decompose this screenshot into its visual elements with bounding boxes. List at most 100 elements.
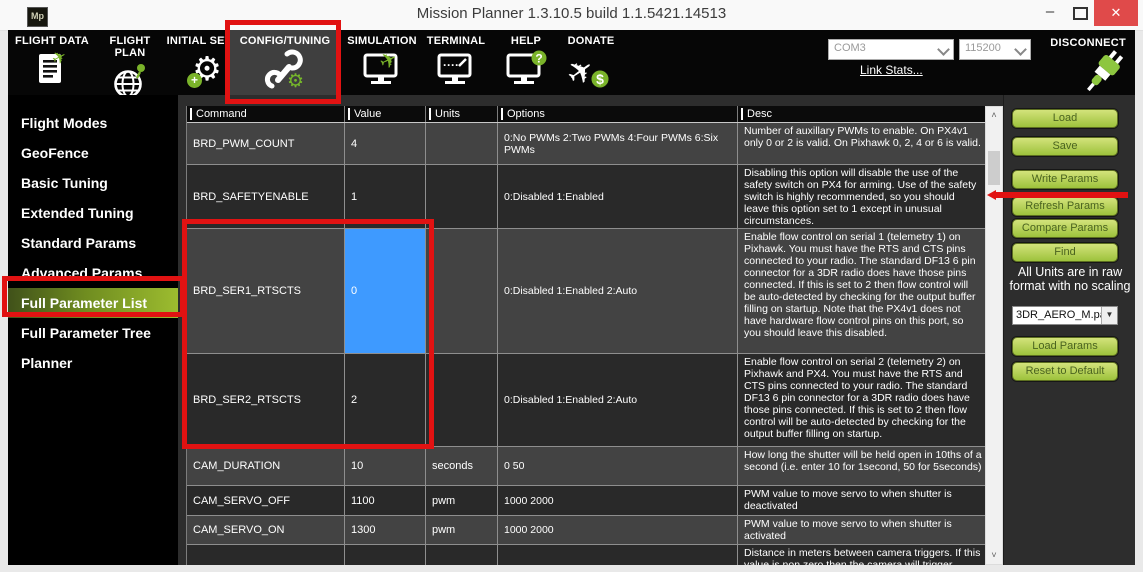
com-port-select[interactable]: COM3 bbox=[828, 39, 954, 60]
params-action-panel: Load Save Write Params Refresh Params Co… bbox=[1003, 95, 1135, 565]
sidebar-item-planner[interactable]: Planner bbox=[8, 348, 178, 378]
flight-data-icon: ✈ bbox=[10, 48, 94, 90]
menu-terminal[interactable]: TERMINAL ···· bbox=[418, 30, 494, 95]
write-params-button[interactable]: Write Params bbox=[1012, 170, 1118, 189]
svg-text:····: ···· bbox=[443, 58, 459, 72]
desc-cell: Distance in meters between camera trigge… bbox=[738, 545, 986, 565]
command-cell: CAM_SERVO_OFF bbox=[187, 486, 345, 515]
options-cell: 0:Disabled 1:Enabled 2:Auto bbox=[498, 354, 738, 446]
column-header-command[interactable]: Command bbox=[187, 106, 345, 122]
column-header-options[interactable]: Options bbox=[498, 106, 738, 122]
command-cell: CAM_DURATION bbox=[187, 447, 345, 485]
column-header-desc[interactable]: Desc bbox=[738, 106, 986, 122]
scroll-up-icon[interactable]: ˄ bbox=[986, 108, 1002, 123]
reset-to-default-button[interactable]: Reset to Default bbox=[1012, 362, 1118, 381]
options-cell: 0:No PWMs 2:Two PWMs 4:Four PWMs 6:Six P… bbox=[498, 123, 738, 164]
sidebar-item-geofence[interactable]: GeoFence bbox=[8, 138, 178, 168]
units-cell: seconds bbox=[426, 447, 498, 485]
menu-help[interactable]: HELP ? bbox=[496, 30, 556, 95]
baud-rate-select[interactable]: 115200 bbox=[959, 39, 1031, 60]
table-row: BRD_SAFETYENABLE 1 0:Disabled 1:Enabled … bbox=[187, 165, 986, 229]
refresh-params-button[interactable]: Refresh Params bbox=[1012, 197, 1118, 216]
value-cell[interactable]: 10 bbox=[345, 447, 426, 485]
parameter-table: Command Value Units Options Desc BRD_PWM… bbox=[186, 106, 986, 565]
sidebar-item-advanced-params[interactable]: Advanced Params bbox=[8, 258, 178, 288]
param-file-dropdown[interactable]: 3DR_AERO_M.pa ▼ bbox=[1012, 306, 1118, 325]
desc-cell: PWM value to move servo to when shutter … bbox=[738, 516, 986, 544]
menu-flight-plan[interactable]: FLIGHT PLAN bbox=[94, 30, 166, 95]
load-button[interactable]: Load bbox=[1012, 109, 1118, 128]
value-cell[interactable]: 1 bbox=[345, 165, 426, 228]
options-cell: 1000 2000 bbox=[498, 516, 738, 544]
value-cell[interactable]: 4 bbox=[345, 123, 426, 164]
options-cell: 0:Disabled 1:Enabled bbox=[498, 165, 738, 228]
command-cell: BRD_SER1_RTSCTS bbox=[187, 229, 345, 353]
table-row: BRD_SER2_RTSCTS 2 0:Disabled 1:Enabled 2… bbox=[187, 354, 986, 447]
compare-params-button[interactable]: Compare Params bbox=[1012, 219, 1118, 238]
config-sidebar: Flight Modes GeoFence Basic Tuning Exten… bbox=[8, 95, 178, 565]
disconnect-plug-icon[interactable] bbox=[1077, 47, 1129, 100]
value-cell[interactable]: 1100 bbox=[345, 486, 426, 515]
menu-config-tuning[interactable]: CONFIG/TUNING ⚙ bbox=[230, 30, 340, 95]
table-row: CAM_DURATION 10 seconds 0 50 How long th… bbox=[187, 447, 986, 486]
units-cell: pwm bbox=[426, 486, 498, 515]
sidebar-item-basic-tuning[interactable]: Basic Tuning bbox=[8, 168, 178, 198]
save-button[interactable]: Save bbox=[1012, 137, 1118, 156]
command-cell: CAM_SERVO_ON bbox=[187, 516, 345, 544]
desc-cell: PWM value to move servo to when shutter … bbox=[738, 486, 986, 515]
chevron-down-icon bbox=[1014, 43, 1027, 56]
donate-icon: ✈ $ bbox=[556, 48, 626, 90]
table-row: BRD_PWM_COUNT 4 0:No PWMs 2:Two PWMs 4:F… bbox=[187, 123, 986, 165]
maximize-button[interactable] bbox=[1066, 1, 1094, 25]
param-file-value: 3DR_AERO_M.pa bbox=[1016, 309, 1106, 321]
desc-cell: Enable flow control on serial 2 (telemet… bbox=[738, 354, 986, 446]
desc-cell: Number of auxillary PWMs to enable. On P… bbox=[738, 123, 986, 164]
desc-cell: Disabling this option will disable the u… bbox=[738, 165, 986, 228]
value-cell-selected[interactable]: 0 bbox=[345, 229, 426, 353]
table-scrollbar[interactable]: ˄ ˅ bbox=[985, 106, 1003, 565]
sidebar-item-extended-tuning[interactable]: Extended Tuning bbox=[8, 198, 178, 228]
options-cell: 0:Disabled 1:Enabled 2:Auto bbox=[498, 229, 738, 353]
command-cell: BRD_SAFETYENABLE bbox=[187, 165, 345, 228]
link-stats-link[interactable]: Link Stats... bbox=[860, 63, 923, 77]
window-title: Mission Planner 1.3.10.5 build 1.1.5421.… bbox=[0, 5, 1143, 22]
table-row: CAM_SERVO_OFF 1100 pwm 1000 2000 PWM val… bbox=[187, 486, 986, 516]
svg-text:?: ? bbox=[535, 52, 542, 66]
find-button[interactable]: Find bbox=[1012, 243, 1118, 262]
dropdown-arrow-icon: ▼ bbox=[1101, 307, 1117, 324]
menu-donate[interactable]: DONATE ✈ $ bbox=[556, 30, 626, 95]
raw-units-note: All Units are in raw format with no scal… bbox=[1007, 265, 1133, 293]
options-cell: 1000 2000 bbox=[498, 486, 738, 515]
svg-text:$: $ bbox=[596, 71, 604, 87]
scrollbar-thumb[interactable] bbox=[988, 151, 1000, 185]
menu-simulation[interactable]: SIMULATION ✈ bbox=[346, 30, 418, 95]
command-cell bbox=[187, 545, 345, 565]
sidebar-item-full-parameter-tree[interactable]: Full Parameter Tree bbox=[8, 318, 178, 348]
terminal-icon: ···· bbox=[418, 48, 494, 90]
main-menu-bar: FLIGHT DATA ✈ FLIGHT PLAN bbox=[8, 30, 1135, 95]
column-header-units[interactable]: Units bbox=[426, 106, 498, 122]
options-cell bbox=[498, 545, 738, 565]
title-bar: Mp Mission Planner 1.3.10.5 build 1.1.54… bbox=[0, 0, 1143, 31]
minimize-button[interactable]: – bbox=[1036, 1, 1064, 25]
options-cell: 0 50 bbox=[498, 447, 738, 485]
svg-text:⚙: ⚙ bbox=[287, 71, 304, 89]
command-cell: BRD_PWM_COUNT bbox=[187, 123, 345, 164]
desc-cell: How long the shutter will be held open i… bbox=[738, 447, 986, 485]
scroll-down-icon[interactable]: ˅ bbox=[986, 548, 1002, 563]
config-tuning-icon: ⚙ bbox=[230, 48, 340, 90]
value-cell[interactable]: 1300 bbox=[345, 516, 426, 544]
table-row: BRD_SER1_RTSCTS 0 0:Disabled 1:Enabled 2… bbox=[187, 229, 986, 354]
close-button[interactable]: ✕ bbox=[1094, 0, 1138, 26]
value-cell[interactable] bbox=[345, 545, 426, 565]
load-params-button[interactable]: Load Params bbox=[1012, 337, 1118, 356]
desc-cell: Enable flow control on serial 1 (telemet… bbox=[738, 229, 986, 353]
sidebar-item-standard-params[interactable]: Standard Params bbox=[8, 228, 178, 258]
column-header-value[interactable]: Value bbox=[345, 106, 426, 122]
value-cell[interactable]: 2 bbox=[345, 354, 426, 446]
units-cell: pwm bbox=[426, 516, 498, 544]
units-cell bbox=[426, 229, 498, 353]
sidebar-item-full-parameter-list[interactable]: Full Parameter List bbox=[8, 288, 178, 318]
sidebar-item-flight-modes[interactable]: Flight Modes bbox=[8, 108, 178, 138]
menu-flight-data[interactable]: FLIGHT DATA ✈ bbox=[10, 30, 94, 95]
